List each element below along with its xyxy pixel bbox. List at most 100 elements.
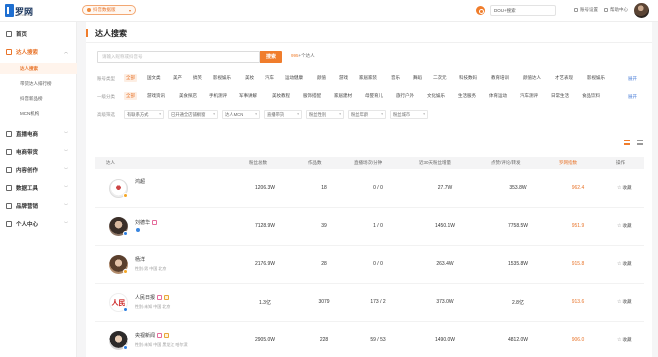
verified-badge-icon xyxy=(123,307,128,312)
chip-category[interactable]: 才艺表现 xyxy=(555,74,573,82)
chip-subcategory[interactable]: 汽车测评 xyxy=(520,92,538,100)
sidebar-item-live-commerce[interactable]: 直播电商 ﹀ xyxy=(0,128,77,140)
chip-category[interactable]: 全部 xyxy=(124,74,137,82)
chevron-down-icon: ﹀ xyxy=(64,131,68,136)
likes-count: 4812.0W xyxy=(507,337,528,343)
chip-category[interactable]: 游戏 xyxy=(339,74,348,82)
sidebar-subitem-new-product-ranking[interactable]: 抖音新品榜 xyxy=(20,96,43,102)
chip-subcategory[interactable]: 母婴育儿 xyxy=(365,92,383,100)
filter-mcn-dropdown[interactable]: 达人MCN ▾ xyxy=(222,110,260,119)
sidebar-item-home[interactable]: 首页 xyxy=(0,28,77,40)
chip-category[interactable]: 美产 xyxy=(173,74,182,82)
table-row[interactable]: 央视新闻 性别:未知 中国 黑龙江 哈尔滨 2905.0W 228 59 / 5… xyxy=(95,322,644,357)
column-header-fans[interactable]: 粉丝总数 xyxy=(249,160,267,166)
title-accent xyxy=(86,29,88,37)
chip-subcategory[interactable]: 文化娱乐 xyxy=(427,92,445,100)
chip-subcategory[interactable]: 军事讲解 xyxy=(239,92,257,100)
chip-category[interactable]: 颜值 xyxy=(317,74,326,82)
collect-button[interactable]: ☆收藏 xyxy=(617,185,631,191)
column-header-growth[interactable]: 近30天粉丝增量 xyxy=(419,160,451,166)
chip-subcategory[interactable]: 手机测评 xyxy=(209,92,227,100)
influencer-name[interactable]: 刘德华 xyxy=(135,219,158,226)
chip-subcategory[interactable]: 旅行户外 xyxy=(396,92,414,100)
chip-category[interactable]: 教育培训 xyxy=(491,74,509,82)
table-row[interactable]: 人民 人民日报 性别:未知 中国 北京 1.3亿 3079 173 / 2 37… xyxy=(95,284,644,322)
collect-button[interactable]: ☆收藏 xyxy=(617,299,631,305)
chip-category[interactable]: 音乐 xyxy=(391,74,400,82)
chip-subcategory[interactable]: 家居建材 xyxy=(334,92,352,100)
chip-category[interactable]: 美妆 xyxy=(245,74,254,82)
chip-subcategory[interactable]: 服饰搭配 xyxy=(303,92,321,100)
chip-subcategory[interactable]: 美妆教程 xyxy=(272,92,290,100)
influencer-name[interactable]: 央视新闻 xyxy=(135,332,170,339)
table-row[interactable]: 鸿超 1206.3W 18 0 / 0 27.7W 353.8W 962.4 ☆… xyxy=(95,170,644,208)
sidebar-item-profile[interactable]: 个人中心 ﹀ xyxy=(0,218,77,230)
filter-label-advanced: 高级筛选 xyxy=(97,112,115,117)
expand-category-link[interactable]: 展开 xyxy=(628,76,637,82)
chip-category[interactable]: 家居家装 xyxy=(359,74,377,82)
sidebar-subitem-mcn[interactable]: MCN机构 xyxy=(20,111,39,117)
influencer-search-input[interactable]: 请输入昵称或抖音号 xyxy=(97,51,260,63)
sidebar-item-influencer-search[interactable]: 达人搜索 ︿ xyxy=(0,46,77,58)
grid-view-icon[interactable] xyxy=(637,140,643,145)
column-header-index[interactable]: 罗网指数 xyxy=(559,160,577,166)
chip-category[interactable]: 舞蹈 xyxy=(413,74,422,82)
column-header-likes[interactable]: 点赞/评论/转发 xyxy=(491,160,521,166)
chip-subcategory[interactable]: 日常生活 xyxy=(551,92,569,100)
chip-category[interactable]: 科技数码 xyxy=(459,74,477,82)
column-header-works[interactable]: 作品数 xyxy=(308,160,322,166)
sidebar-item-ecommerce[interactable]: 电商带货 ﹀ xyxy=(0,146,77,158)
search-button[interactable]: 搜索 xyxy=(260,51,282,63)
table-row[interactable]: 刘德华 7128.9W 39 1 / 0 1450.1W 7758.5W 951… xyxy=(95,208,644,246)
sidebar-subitem-sales-ranking[interactable]: 带货达人排行榜 xyxy=(20,81,52,87)
top-search-input[interactable]: DOU+搜索 xyxy=(490,5,556,16)
table-row[interactable]: 杨洋 性别:男 中国 北京 2176.9W 28 0 / 0 263.4W 15… xyxy=(95,246,644,284)
chip-subcategory[interactable]: 美食探店 xyxy=(179,92,197,100)
filter-fan-city-dropdown[interactable]: 粉丝城市 ▾ xyxy=(390,110,428,119)
collect-button[interactable]: ☆收藏 xyxy=(617,337,631,343)
column-header-live[interactable]: 直播场次/分钟 xyxy=(354,160,382,166)
filter-live-commerce-dropdown[interactable]: 直播带货 ▾ xyxy=(264,110,302,119)
active-subitem-highlight xyxy=(0,63,77,74)
filter-contact-dropdown[interactable]: 有联系方式 ▾ xyxy=(124,110,164,119)
chip-category[interactable]: 影视娱乐 xyxy=(587,74,605,82)
fan-growth: 1450.1W xyxy=(434,223,455,229)
influencer-name[interactable]: 杨洋 xyxy=(135,256,145,263)
sidebar-item-data-tools[interactable]: 数据工具 ﹀ xyxy=(0,182,77,194)
influencer-name[interactable]: 人民日报 xyxy=(135,294,170,301)
sidebar-item-brand-marketing[interactable]: 品牌营销 ﹀ xyxy=(0,200,77,212)
expand-subcategory-link[interactable]: 展开 xyxy=(628,94,637,100)
user-avatar[interactable] xyxy=(634,3,649,18)
chip-category[interactable]: 影视娱乐 xyxy=(213,74,231,82)
collect-button[interactable]: ☆收藏 xyxy=(617,261,631,267)
account-settings-link[interactable]: 账号设置 xyxy=(574,7,598,13)
chip-category[interactable]: 颜值达人 xyxy=(523,74,541,82)
chevron-down-icon: ▾ xyxy=(128,7,131,13)
workspace-switcher[interactable]: 抖音数据版 ▾ xyxy=(82,5,136,15)
chip-subcategory[interactable]: 游戏资讯 xyxy=(147,92,165,100)
chip-subcategory[interactable]: 全部 xyxy=(124,92,137,100)
search-icon[interactable] xyxy=(476,6,485,15)
list-view-icon[interactable] xyxy=(624,140,630,145)
filter-showcase-dropdown[interactable]: 已开通全店铺橱窗 ▾ xyxy=(168,110,218,119)
settings-icon xyxy=(574,8,578,12)
filter-fan-gender-dropdown[interactable]: 粉丝性别 ▾ xyxy=(306,110,344,119)
chip-subcategory[interactable]: 食品饮料 xyxy=(582,92,600,100)
fan-growth: 263.4W xyxy=(436,261,454,267)
sidebar-item-content[interactable]: 内容创作 ﹀ xyxy=(0,164,77,176)
influencer-name[interactable]: 鸿超 xyxy=(135,178,145,185)
chip-category[interactable]: 国文类 xyxy=(147,74,161,82)
chip-category[interactable]: 二次元 xyxy=(433,74,447,82)
help-center-link[interactable]: 帮助中心 xyxy=(604,7,628,13)
chip-category[interactable]: 汽车 xyxy=(265,74,274,82)
chip-subcategory[interactable]: 体育运动 xyxy=(489,92,507,100)
chip-subcategory[interactable]: 生活服务 xyxy=(458,92,476,100)
douyin-icon xyxy=(87,8,91,12)
collect-button[interactable]: ☆收藏 xyxy=(617,223,631,229)
chip-category[interactable]: 运动健康 xyxy=(285,74,303,82)
help-icon xyxy=(604,8,608,12)
filter-fan-age-dropdown[interactable]: 粉丝年龄 ▾ xyxy=(348,110,386,119)
result-count: 995 xyxy=(291,53,299,58)
sidebar-subitem-influencer-search[interactable]: 达人搜索 xyxy=(20,66,38,72)
chip-category[interactable]: 搞笑 xyxy=(193,74,202,82)
